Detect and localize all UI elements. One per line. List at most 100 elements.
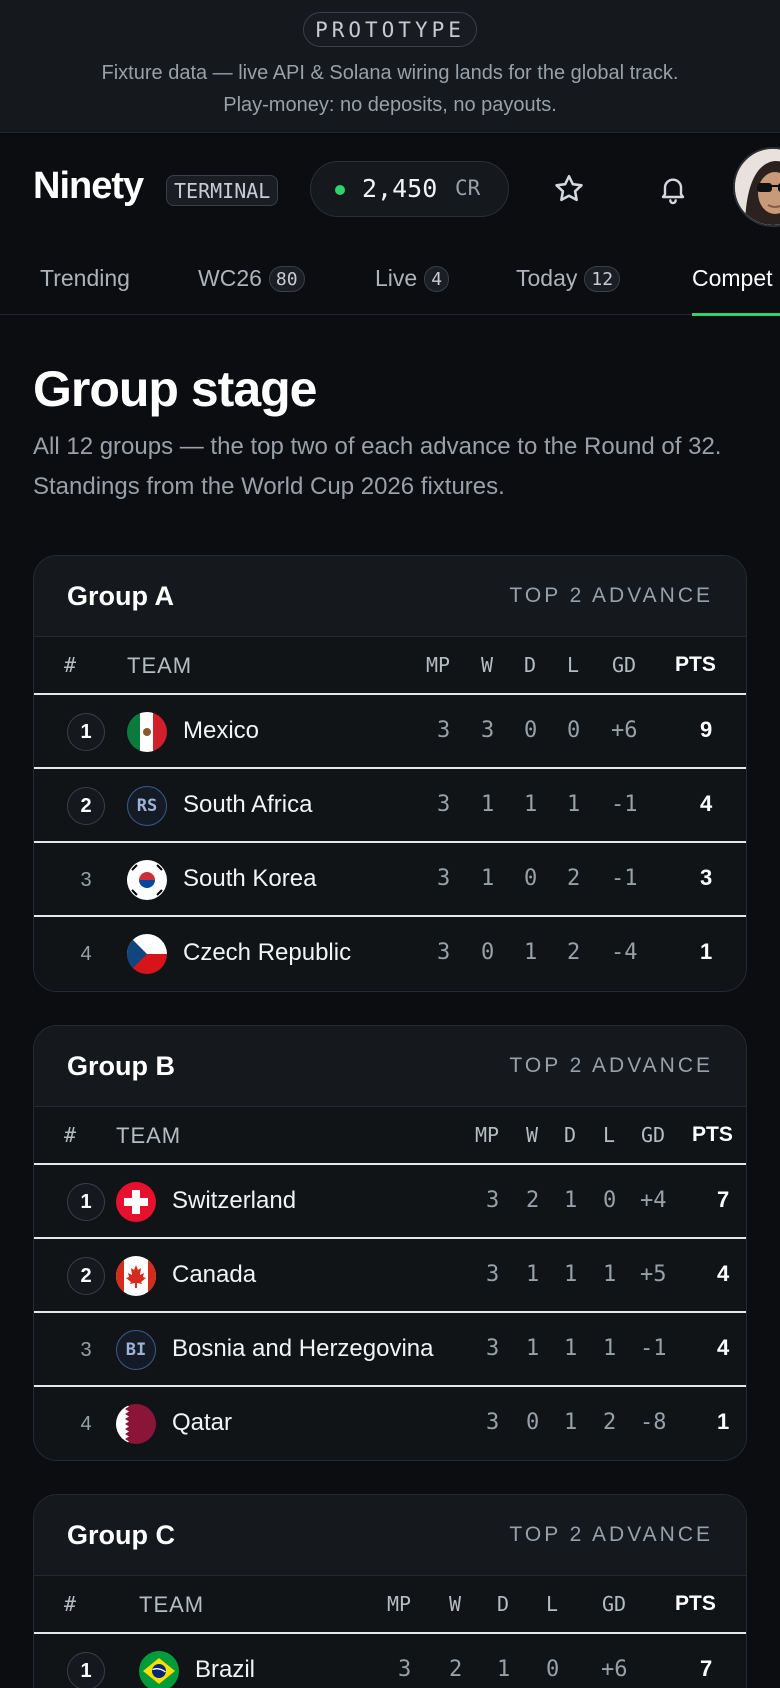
table-row[interactable]: 3 South Korea 3 1 0 2 -1 3	[34, 843, 746, 917]
table-row[interactable]: 2 RS South Africa 3 1 1 1 -1 4	[34, 769, 746, 843]
col-rank: #	[64, 1123, 77, 1147]
col-l: L	[567, 653, 580, 677]
czech-flag-icon	[127, 934, 167, 974]
prototype-banner: PROTOTYPE Fixture data — live API & Sola…	[0, 0, 780, 133]
col-l: L	[546, 1592, 559, 1616]
tab-live[interactable]: Live 4	[375, 265, 450, 292]
rank-badge: 1	[67, 1652, 105, 1688]
col-rank: #	[64, 653, 77, 677]
stat-gd: +6	[601, 1657, 628, 1682]
team-initials-icon: BI	[116, 1330, 156, 1370]
star-icon	[555, 174, 583, 202]
stat-mp: 3	[437, 866, 451, 891]
notifications-button[interactable]	[649, 165, 697, 213]
tab-today[interactable]: Today 12	[516, 265, 621, 292]
col-gd: GD	[602, 1592, 627, 1616]
group-header: Group A TOP 2 ADVANCE	[34, 556, 746, 637]
south-korea-flag-icon	[127, 860, 167, 900]
stat-l: 2	[567, 866, 581, 891]
banner-line-2: Play-money: no deposits, no payouts.	[223, 94, 557, 116]
stat-l: 1	[567, 792, 581, 817]
group-name: Group B	[67, 1051, 175, 1081]
table-row[interactable]: 4 Qatar 3 0 1 2 -8 1	[34, 1387, 746, 1460]
advance-note: TOP 2 ADVANCE	[509, 584, 713, 607]
col-d: D	[524, 653, 537, 677]
stat-mp: 3	[486, 1410, 500, 1435]
favorites-button[interactable]	[545, 165, 593, 213]
team-name: Switzerland	[172, 1187, 297, 1214]
user-avatar[interactable]	[733, 147, 780, 227]
stat-pts: 1	[717, 1409, 730, 1434]
tab-label: Live	[375, 265, 418, 291]
stat-mp: 3	[437, 940, 451, 965]
prototype-pill: PROTOTYPE	[303, 12, 477, 47]
stat-l: 2	[567, 940, 581, 965]
stat-d: 1	[524, 940, 538, 965]
group-card-c: Group C TOP 2 ADVANCE # TEAM MP W D L GD…	[33, 1494, 747, 1688]
stat-mp: 3	[437, 718, 451, 743]
rank-number: 4	[80, 1412, 92, 1435]
table-header: # TEAM MP W D L GD PTS	[34, 637, 746, 695]
team-name: Mexico	[183, 717, 260, 744]
avatar-portrait-icon	[735, 149, 780, 225]
table-row[interactable]: 4 Czech Republic 3 0 1 2 -4 1	[34, 917, 746, 991]
stat-pts: 3	[700, 865, 713, 890]
stat-mp: 3	[398, 1657, 412, 1682]
stat-pts: 7	[717, 1187, 730, 1212]
stat-l: 2	[603, 1410, 617, 1435]
tab-label: Trending	[40, 265, 130, 291]
tab-label: Compet	[692, 265, 773, 291]
stat-pts: 4	[717, 1335, 730, 1360]
col-mp: MP	[426, 653, 451, 677]
table-row[interactable]: 1 Switzerland 3 2 1 0 +4 7	[34, 1165, 746, 1239]
group-card-b: Group B TOP 2 ADVANCE # TEAM MP W D L GD…	[33, 1025, 747, 1461]
group-card-a: Group A TOP 2 ADVANCE # TEAM MP W D L GD…	[33, 555, 747, 992]
credits-unit: CR	[455, 176, 481, 200]
status-dot-icon	[335, 185, 345, 195]
col-team: TEAM	[127, 653, 193, 678]
stat-d: 1	[524, 792, 538, 817]
table-row[interactable]: 3 BI Bosnia and Herzegovina 3 1 1 1 -1 4	[34, 1313, 746, 1387]
stat-mp: 3	[437, 792, 451, 817]
stat-gd: +5	[640, 1262, 667, 1287]
col-l: L	[603, 1123, 616, 1147]
credits-balance[interactable]: 2,450 CR	[310, 161, 509, 217]
mexico-flag-icon	[127, 712, 167, 752]
col-gd: GD	[641, 1123, 666, 1147]
credits-amount: 2,450	[362, 174, 438, 203]
table-row[interactable]: 1 Brazil 3 2 1 0 +6 7	[34, 1634, 746, 1688]
col-mp: MP	[387, 1592, 412, 1616]
app-logo[interactable]: Ninety	[33, 165, 144, 208]
stat-mp: 3	[486, 1336, 500, 1361]
col-pts: PTS	[675, 653, 716, 676]
tab-competitions[interactable]: Compet	[692, 265, 773, 292]
rank-badge: 2	[67, 787, 105, 825]
table-row[interactable]: 2 Canada 3 1 1 1 +5 4	[34, 1239, 746, 1313]
stat-d: 1	[564, 1410, 578, 1435]
team-initials-icon: RS	[127, 786, 167, 826]
stat-mp: 3	[486, 1188, 500, 1213]
tab-wc26[interactable]: WC26 80	[198, 265, 305, 292]
col-d: D	[497, 1592, 510, 1616]
col-pts: PTS	[675, 1592, 716, 1615]
rank-badge: 2	[67, 1257, 105, 1295]
rank-badge: 1	[67, 1183, 105, 1221]
stat-mp: 3	[486, 1262, 500, 1287]
team-name: Canada	[172, 1261, 257, 1288]
stat-gd: +6	[611, 718, 638, 743]
stat-l: 1	[603, 1262, 617, 1287]
tab-trending[interactable]: Trending	[40, 265, 130, 292]
stat-d: 1	[564, 1336, 578, 1361]
rank-number: 3	[80, 1338, 92, 1361]
active-tab-indicator	[692, 313, 780, 316]
col-team: TEAM	[116, 1123, 182, 1148]
stat-gd: -8	[640, 1410, 667, 1435]
rank-number: 4	[80, 942, 92, 965]
qatar-flag-icon	[116, 1404, 156, 1444]
team-name: South Africa	[183, 791, 313, 818]
rank-number: 3	[80, 868, 92, 891]
table-row[interactable]: 1 Mexico 3 3 0 0 +6 9	[34, 695, 746, 769]
team-name: Qatar	[172, 1409, 233, 1436]
tab-label: Today	[516, 265, 578, 291]
group-header: Group C TOP 2 ADVANCE	[34, 1495, 746, 1576]
